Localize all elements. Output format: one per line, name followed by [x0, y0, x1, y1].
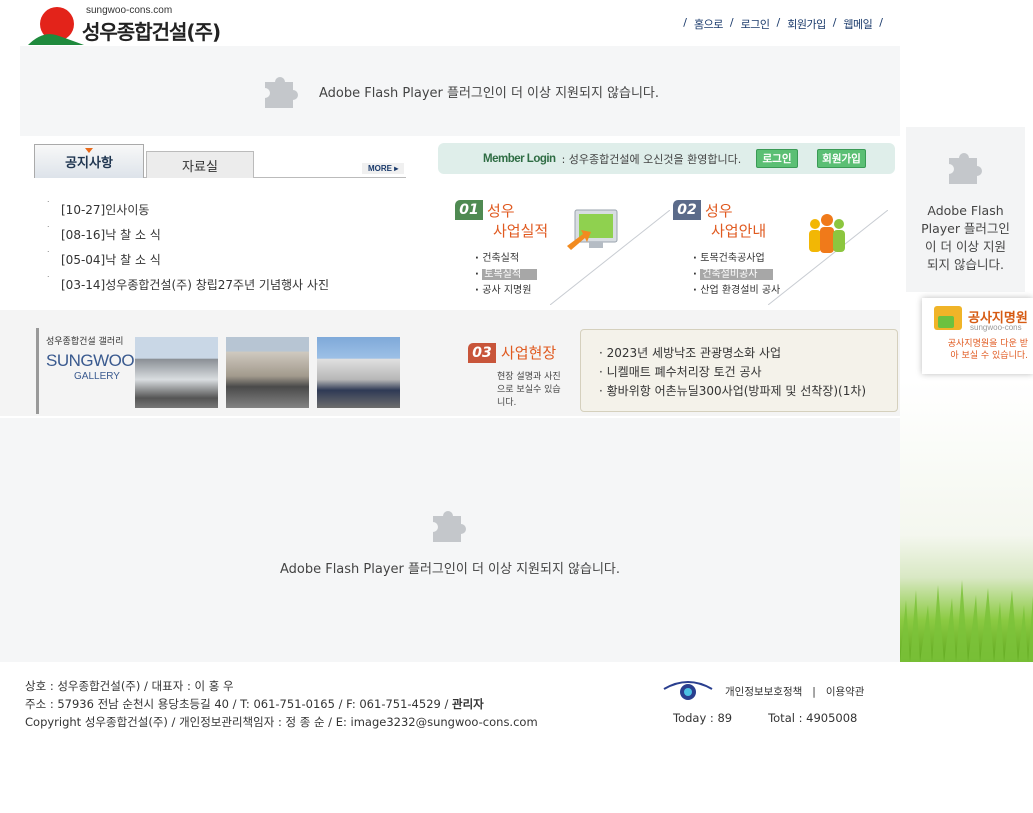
list-item[interactable]: 건축실적 [475, 251, 537, 267]
notice-title[interactable]: [05-04]낙 찰 소 식 [61, 248, 161, 273]
flash-message: Adobe Flash Player 플러그인이 더 이상 지원되지 않습니다. [921, 202, 1010, 272]
list-item[interactable]: 공사 지명원 [475, 283, 537, 299]
tab-active-arrow-icon [85, 148, 93, 153]
notice-title[interactable]: [10-27]인사이동 [61, 198, 149, 223]
list-item[interactable]: · 2023년 세방낙조 관광명소화 사업 [599, 344, 897, 363]
nomination-download-banner[interactable]: 공사지명원 sungwoo-cons 공사지명원을 다운 받아 보실 수 있습니… [922, 298, 1033, 374]
section-number: 03 [468, 343, 496, 363]
list-item[interactable]: · 니켈매트 폐수처리장 토건 공사 [599, 363, 897, 382]
list-item[interactable]: 건축설비공사 [693, 267, 780, 283]
flash-placeholder-side: Adobe Flash Player 플러그인이 더 이상 지원되지 않습니다. [906, 127, 1025, 292]
login-button[interactable]: 로그인 [756, 149, 798, 168]
nav-home-link[interactable]: 홈으로 [694, 16, 723, 32]
list-item[interactable]: 토목건축공사업 [693, 251, 780, 267]
section-title-line2[interactable]: 사업안내 [711, 220, 766, 241]
gallery-thumbnail[interactable] [226, 337, 309, 408]
logo-domain: sungwoo-cons.com [86, 5, 173, 16]
logo-company-name: 성우종합건설(주) [82, 20, 221, 44]
list-item[interactable]: ˙ [05-04]낙 찰 소 식 [46, 248, 329, 273]
list-item[interactable]: · 황바위항 어촌뉴딜300사업(방파제 및 선착장)(1차) [599, 382, 897, 401]
visitor-counter: Today : 89 Total : 4905008 [673, 711, 857, 725]
gallery-thumbnail[interactable] [317, 337, 400, 408]
notice-title[interactable]: [08-16]낙 찰 소 식 [61, 223, 161, 248]
company-logo[interactable]: sungwoo-cons.com 성우종합건설(주) [28, 5, 228, 45]
welcome-text: : 성우종합건설에 오신것을 환영합니다. [561, 152, 742, 166]
business-results-list: 건축실적 토목실적 공사 지명원 [475, 251, 538, 299]
section-title-line2[interactable]: 사업실적 [493, 220, 548, 241]
flash-message: Adobe Flash Player 플러그인이 더 이상 지원되지 않습니다. [318, 85, 660, 101]
tab-notice-label: 공지사항 [65, 156, 113, 171]
privacy-seal-icon [663, 681, 713, 700]
gallery-subtitle: GALLERY [74, 371, 120, 382]
flash-placeholder-bottom: Adobe Flash Player 플러그인이 더 이상 지원되지 않습니다. [0, 418, 900, 662]
tab-archive[interactable]: 자료실 [146, 151, 254, 178]
nav-webmail-link[interactable]: 웹메일 [843, 16, 872, 32]
banner-domain: sungwoo-cons [970, 323, 1022, 332]
site-description: 현장 설명과 사진으로 보실수 있습니다. [497, 372, 561, 408]
section-number: 02 [673, 200, 701, 220]
footer-info: 상호 : 성우종합건설(주) / 대표자 : 이 홍 우 주소 : 57936 … [25, 677, 538, 731]
flash-message: Adobe Flash Player 플러그인이 더 이상 지원되지 않습니다. [279, 561, 621, 577]
flash-placeholder-top: Adobe Flash Player 플러그인이 더 이상 지원되지 않습니다. [20, 46, 900, 136]
privacy-links: 개인정보보호정책 | 이용약관 [725, 686, 865, 698]
footer-address-line: 주소 : 57936 전남 순천시 용당초등길 40 / T: 061-751-… [25, 697, 484, 711]
people-icon [809, 214, 845, 253]
banner-description: 공사지명원을 다운 받아 보실 수 있습니다. [947, 339, 1028, 361]
tab-notice[interactable]: 공지사항 [34, 144, 144, 178]
gallery-label[interactable]: 성우종합건설 갤러리 SUNGWOO GALLERY [36, 328, 135, 414]
footer-company-line: 상호 : 성우종합건설(주) / 대표자 : 이 홍 우 [25, 679, 234, 693]
business-results-section: 01 성우 사업실적 건축실적 토목실적 공사 지명원 [455, 196, 675, 306]
list-item[interactable]: ˙ [10-27]인사이동 [46, 198, 329, 223]
gallery-label-kr: 성우종합건설 갤러리 [46, 337, 124, 347]
folder-icon [934, 306, 962, 330]
today-count: Today : 89 [673, 711, 733, 725]
section-title-line1: 성우 [487, 202, 515, 220]
hill-icon [28, 34, 84, 45]
member-login-label: Member Login [483, 152, 556, 165]
join-button[interactable]: 회원가입 [817, 149, 866, 168]
list-item[interactable]: ˙ [03-14]성우종합건설(주) 창립27주년 기념행사 사진 [46, 273, 329, 298]
gallery-thumbnail[interactable] [135, 337, 218, 408]
business-guide-section: 02 성우 사업안내 토목건축공사업 건축설비공사 산업 환경설비 공사 [673, 196, 893, 306]
section-number: 01 [455, 200, 483, 220]
section-title-line1: 성우 [705, 202, 733, 220]
notice-tabs: 공지사항 자료실 [34, 144, 406, 180]
nav-join-link[interactable]: 회원가입 [787, 16, 826, 32]
member-login-bar: Member Login : 성우종합건설에 오신것을 환영합니다. 로그인 회… [438, 143, 895, 174]
puzzle-icon [948, 152, 982, 184]
top-navigation: / 홈으로 / 로그인 / 회원가입 / 웹메일 / [683, 16, 883, 32]
business-guide-list: 토목건축공사업 건축설비공사 산업 환경설비 공사 [693, 251, 780, 299]
total-count: Total : 4905008 [768, 711, 858, 725]
site-title-text: 사업현장 [501, 344, 557, 362]
puzzle-icon [264, 77, 298, 108]
tab-archive-label: 자료실 [182, 159, 218, 175]
footer-copyright-line: Copyright 성우종합건설(주) / 개인정보관리책임자 : 정 종 순 … [25, 715, 538, 729]
list-item[interactable]: 산업 환경설비 공사 [693, 283, 780, 299]
monitor-icon [567, 209, 618, 250]
admin-link[interactable]: 관리자 [452, 697, 484, 711]
list-item[interactable]: ˙ [08-16]낙 찰 소 식 [46, 223, 329, 248]
notice-list: ˙ [10-27]인사이동 ˙ [08-16]낙 찰 소 식 ˙ [05-04]낙 찰… [46, 198, 329, 298]
site-list: · 2023년 세방낙조 관광명소화 사업 · 니켈매트 폐수처리장 토건 공사… [580, 329, 898, 412]
gallery-title: SUNGWOO [46, 351, 135, 370]
list-item[interactable]: 토목실적 [475, 267, 538, 283]
terms-link[interactable]: 이용약관 [826, 686, 865, 698]
privacy-policy-link[interactable]: 개인정보보호정책 [725, 686, 802, 698]
notice-title[interactable]: [03-14]성우종합건설(주) 창립27주년 기념행사 사진 [61, 273, 329, 298]
more-button[interactable]: MORE ▸ [362, 163, 405, 174]
nav-login-link[interactable]: 로그인 [741, 16, 770, 32]
puzzle-icon [433, 510, 466, 542]
grass-blades-image [900, 580, 1033, 662]
